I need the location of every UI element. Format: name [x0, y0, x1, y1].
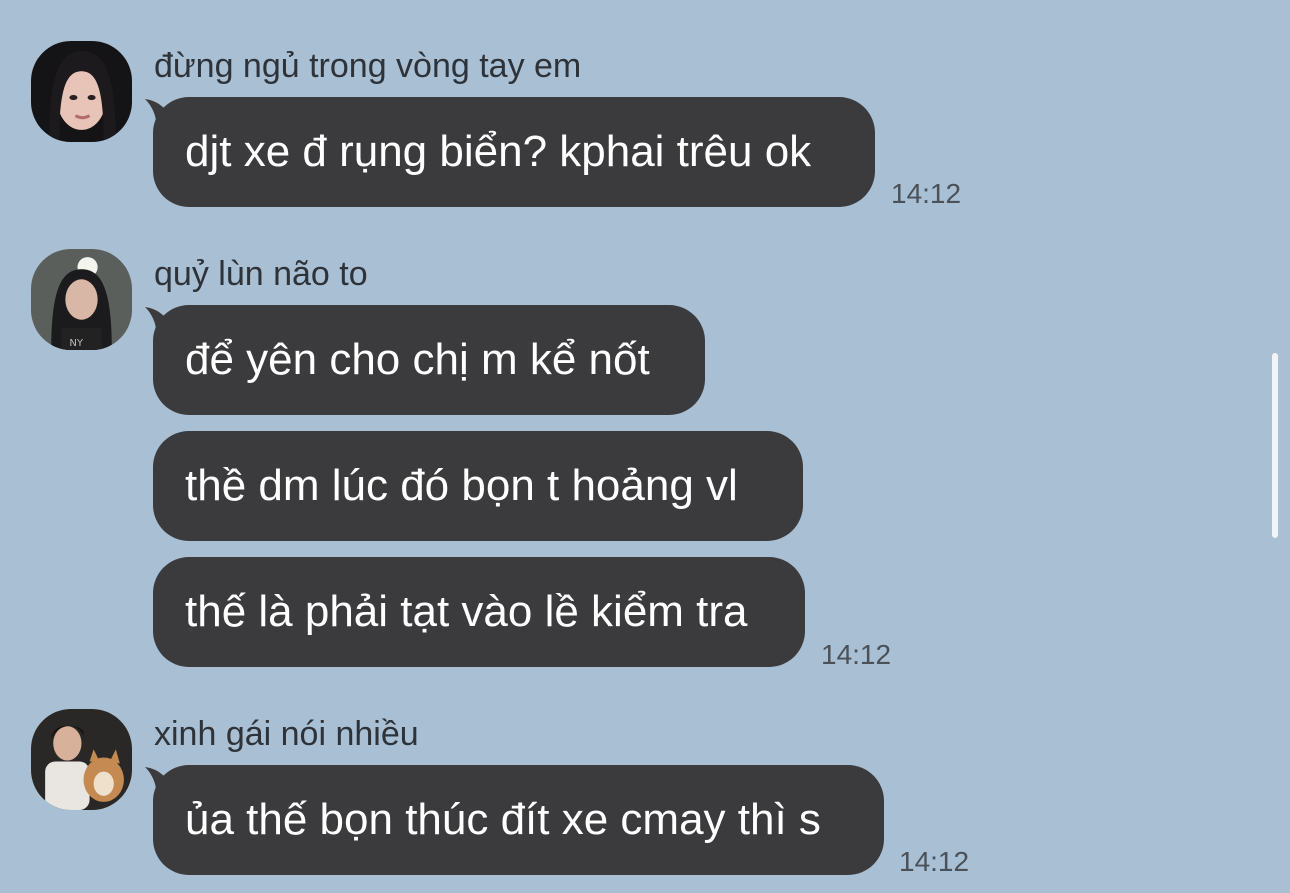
sender-name: xinh gái nói nhiều: [154, 715, 419, 753]
sender-name: quỷ lùn não to: [154, 255, 368, 293]
message-bubble[interactable]: thề dm lúc đó bọn t hoảng vl: [153, 431, 803, 541]
user-avatar-icon: [31, 41, 132, 142]
avatar[interactable]: NY: [31, 249, 132, 350]
message-time: 14:12: [899, 846, 970, 877]
message-time: 14:12: [821, 639, 892, 670]
scrollbar[interactable]: [1272, 353, 1278, 538]
user-avatar-icon: [31, 709, 132, 810]
svg-text:NY: NY: [69, 338, 84, 349]
message-bubble[interactable]: để yên cho chị m kể nốt: [153, 305, 705, 415]
user-avatar-icon: NY: [31, 249, 132, 350]
avatar[interactable]: [31, 709, 132, 810]
sender-name: đừng ngủ trong vòng tay em: [154, 47, 582, 85]
message-bubble[interactable]: djt xe đ rụng biển? kphai trêu ok: [153, 97, 875, 207]
message-time: 14:12: [891, 178, 962, 209]
message-bubble[interactable]: thế là phải tạt vào lề kiểm tra: [153, 557, 805, 667]
avatar[interactable]: [31, 41, 132, 142]
message-bubble[interactable]: ủa thế bọn thúc đít xe cmay thì s: [153, 765, 884, 875]
